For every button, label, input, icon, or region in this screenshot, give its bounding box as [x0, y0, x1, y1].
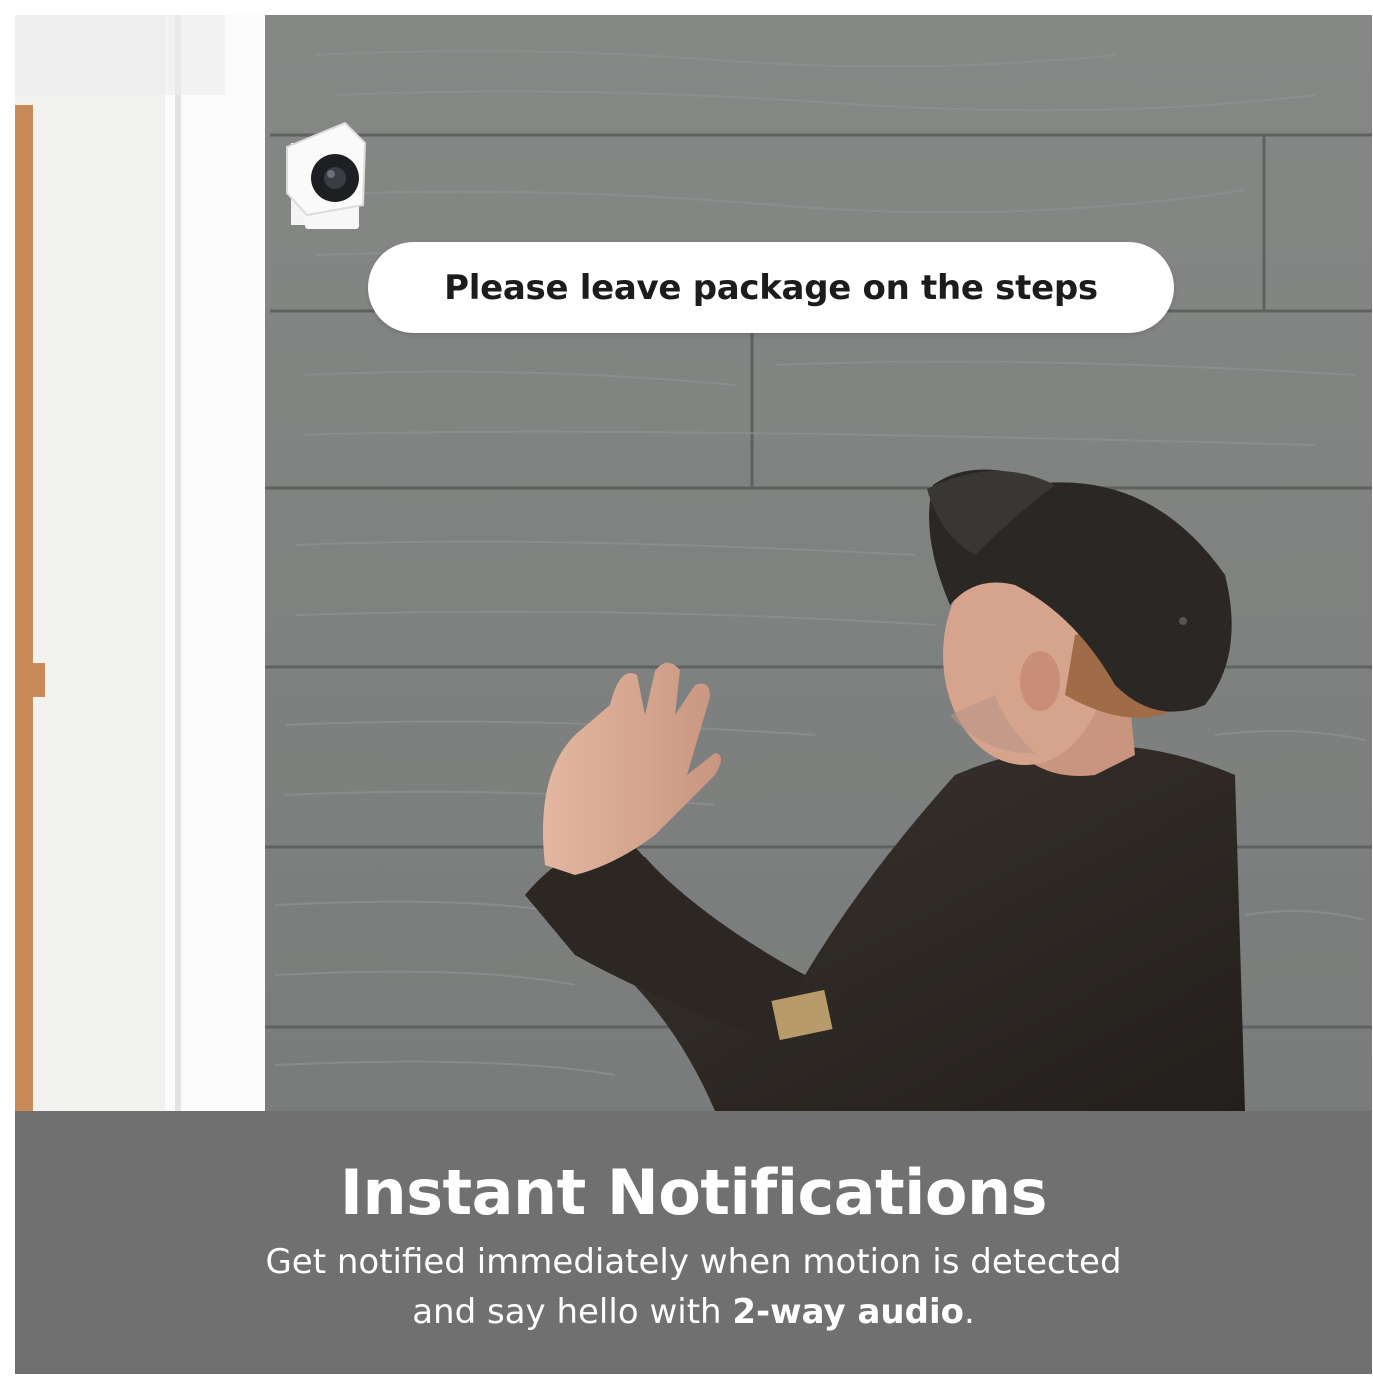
caption-panel: Instant Notifications Get notified immed…	[15, 1111, 1372, 1374]
caption-description: Get notified immediately when motion is …	[15, 1237, 1372, 1337]
speech-bubble: Please leave package on the steps	[368, 242, 1174, 333]
caption-line1: Get notified immediately when motion is …	[265, 1242, 1122, 1282]
trim-shadow	[175, 15, 181, 1111]
caption-title: Instant Notifications	[339, 1156, 1048, 1229]
product-image-frame: Please leave package on the steps Instan…	[15, 15, 1372, 1374]
door-edge	[15, 105, 33, 1111]
caption-line2-prefix: and say hello with	[412, 1292, 733, 1332]
door-handle	[15, 663, 45, 697]
speech-bubble-text: Please leave package on the steps	[444, 267, 1098, 308]
door-interior	[15, 15, 165, 1111]
photo-scene: Please leave package on the steps	[15, 15, 1372, 1111]
caption-line2-suffix: .	[963, 1292, 975, 1332]
caption-line2-bold: 2-way audio	[732, 1292, 964, 1332]
wall-corner	[15, 15, 225, 95]
scene-illustration	[15, 15, 1372, 1111]
